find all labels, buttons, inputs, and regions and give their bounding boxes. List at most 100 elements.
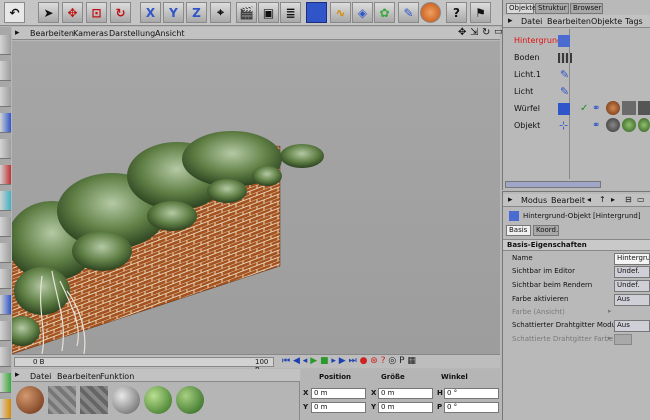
- tool-points-icon[interactable]: [0, 165, 11, 185]
- nav-forward-icon[interactable]: ▸: [611, 195, 615, 204]
- object-row-boden[interactable]: Boden: [508, 50, 650, 67]
- angle-p-field[interactable]: 0 °: [444, 402, 499, 413]
- material-tag-icon[interactable]: [606, 118, 620, 132]
- select-arrow-icon[interactable]: ➤: [38, 2, 59, 23]
- render-picture-icon[interactable]: ▣: [258, 2, 279, 23]
- coord-system-icon[interactable]: ⌖: [210, 2, 231, 23]
- keyframe-icon[interactable]: ◎: [388, 356, 396, 366]
- viewport-menu-bearbeiten[interactable]: Bearbeiten: [30, 29, 74, 38]
- cube-icon[interactable]: [306, 2, 327, 23]
- nurbs-icon[interactable]: ◈: [352, 2, 373, 23]
- phong-tag-icon[interactable]: ⚭: [592, 120, 600, 131]
- tab-struktur[interactable]: Struktur: [535, 3, 569, 14]
- material-leaf-green-2[interactable]: [176, 386, 204, 414]
- material-menu-bearbeiten[interactable]: Bearbeiten: [57, 372, 101, 381]
- stop-icon[interactable]: ■: [320, 356, 329, 366]
- grid-icon[interactable]: ▦: [407, 356, 416, 366]
- pos-y-field[interactable]: 0 m: [311, 402, 366, 413]
- wire-color-swatch[interactable]: [614, 334, 632, 345]
- object-menu-objekte[interactable]: Objekte: [591, 17, 622, 26]
- object-menu-icon[interactable]: ▸: [508, 16, 513, 26]
- object-row-licht[interactable]: Licht ✎: [508, 84, 650, 101]
- new-window-icon[interactable]: ▭: [637, 195, 645, 204]
- object-menu-datei[interactable]: Datei: [521, 17, 542, 26]
- play-icon[interactable]: ▶: [310, 356, 317, 366]
- object-row-wuerfel[interactable]: Würfel ✓ ⚭: [508, 101, 650, 118]
- goto-start-icon[interactable]: ⏮: [282, 356, 290, 366]
- axis-z-button[interactable]: Z: [186, 2, 207, 23]
- tool-edges-icon[interactable]: [0, 191, 11, 211]
- check-icon[interactable]: ✓: [580, 103, 588, 114]
- material-brick[interactable]: [16, 386, 44, 414]
- key-help-icon[interactable]: ?: [381, 356, 386, 366]
- material-stripe[interactable]: [48, 386, 76, 414]
- record-icon[interactable]: ●: [360, 356, 368, 366]
- viewport-menu-kameras[interactable]: Kameras: [73, 29, 108, 38]
- tool-magnet-icon[interactable]: [0, 321, 11, 341]
- render-view-icon[interactable]: 🎬: [236, 2, 257, 23]
- viewport-canvas[interactable]: [12, 41, 500, 354]
- object-row-licht-1[interactable]: Licht.1 ✎: [508, 67, 650, 84]
- visible-editor-select[interactable]: Undef.: [614, 266, 650, 278]
- pos-x-field[interactable]: 0 m: [311, 388, 366, 399]
- nav-back-icon[interactable]: ◂: [587, 195, 591, 204]
- object-menu-bearbeiten[interactable]: Bearbeiten: [547, 17, 591, 26]
- nav-up-icon[interactable]: ↑: [599, 195, 606, 204]
- tool-paint-icon[interactable]: [0, 399, 11, 419]
- help-icon[interactable]: ?: [446, 2, 467, 23]
- tool-polys-icon[interactable]: [0, 217, 11, 237]
- object-row-hintergrund[interactable]: Hintergrund: [508, 33, 650, 50]
- object-menu-tags[interactable]: Tags: [625, 17, 643, 26]
- tab-browser[interactable]: Browser: [570, 3, 603, 14]
- rotate-view-icon[interactable]: ↻: [482, 27, 490, 38]
- attribute-menu-bearbeit[interactable]: Bearbeit: [551, 196, 585, 205]
- visible-render-select[interactable]: Undef.: [614, 280, 650, 292]
- tool-polygon-icon[interactable]: [0, 113, 11, 133]
- move-view-icon[interactable]: ✥: [458, 27, 466, 38]
- tool-workplane-icon[interactable]: [0, 347, 11, 367]
- move-icon[interactable]: ✥: [62, 2, 83, 23]
- material-wall[interactable]: [112, 386, 140, 414]
- undo-icon[interactable]: ↶: [4, 2, 25, 23]
- material-tag-icon[interactable]: [638, 101, 650, 115]
- array-icon[interactable]: ✿: [374, 2, 395, 23]
- material-tag-icon[interactable]: [622, 101, 636, 115]
- timeline-ruler[interactable]: 0 B 100 B: [14, 357, 274, 374]
- tool-brush-icon[interactable]: [0, 61, 11, 81]
- name-input[interactable]: Hintergrund: [614, 253, 650, 265]
- next-key-icon[interactable]: ▶: [339, 356, 346, 366]
- tool-texture-icon[interactable]: [0, 139, 11, 159]
- auto-key-icon[interactable]: ⊛: [370, 356, 378, 366]
- tab-objekte[interactable]: Objekte: [506, 3, 536, 14]
- spline-icon[interactable]: ∿: [330, 2, 351, 23]
- object-row-objekt[interactable]: Objekt ⊹ ⚭: [508, 118, 650, 135]
- tool-soft-icon[interactable]: [0, 373, 11, 393]
- angle-h-field[interactable]: 0 °: [444, 388, 499, 399]
- params-icon[interactable]: P: [399, 356, 404, 366]
- environment-icon[interactable]: [420, 2, 441, 23]
- attribute-menu-icon[interactable]: ▸: [508, 195, 513, 205]
- phong-tag-icon[interactable]: ⚭: [592, 103, 600, 114]
- tab-koord[interactable]: Koord.: [533, 225, 559, 236]
- axis-x-button[interactable]: X: [140, 2, 161, 23]
- tool-live-select-icon[interactable]: [0, 35, 11, 55]
- render-settings-icon[interactable]: ≣: [280, 2, 301, 23]
- tags-icon[interactable]: ⚑: [470, 2, 491, 23]
- tool-rotate-icon[interactable]: [0, 87, 11, 107]
- size-y-field[interactable]: 0 m: [378, 402, 433, 413]
- object-scrollbar[interactable]: [505, 181, 601, 188]
- tool-snap-icon[interactable]: [0, 295, 11, 315]
- expand-arrow-icon[interactable]: ▸: [608, 334, 612, 342]
- tool-model-icon[interactable]: [0, 243, 11, 263]
- next-frame-icon[interactable]: ▸: [331, 356, 336, 366]
- material-menu-funktion[interactable]: Funktion: [100, 372, 134, 381]
- lock-icon[interactable]: ⊟: [625, 195, 632, 204]
- color-enable-select[interactable]: Aus: [614, 294, 650, 306]
- tool-axis-icon[interactable]: [0, 269, 11, 289]
- goto-end-icon[interactable]: ⏭: [349, 356, 357, 366]
- viewport-menu-icon[interactable]: ▸: [15, 28, 20, 38]
- material-leaf-green[interactable]: [144, 386, 172, 414]
- viewport-menu-ansicht[interactable]: Ansicht: [155, 29, 185, 38]
- expand-arrow-icon[interactable]: ▸: [608, 307, 612, 315]
- material-tag-icon[interactable]: [638, 118, 650, 132]
